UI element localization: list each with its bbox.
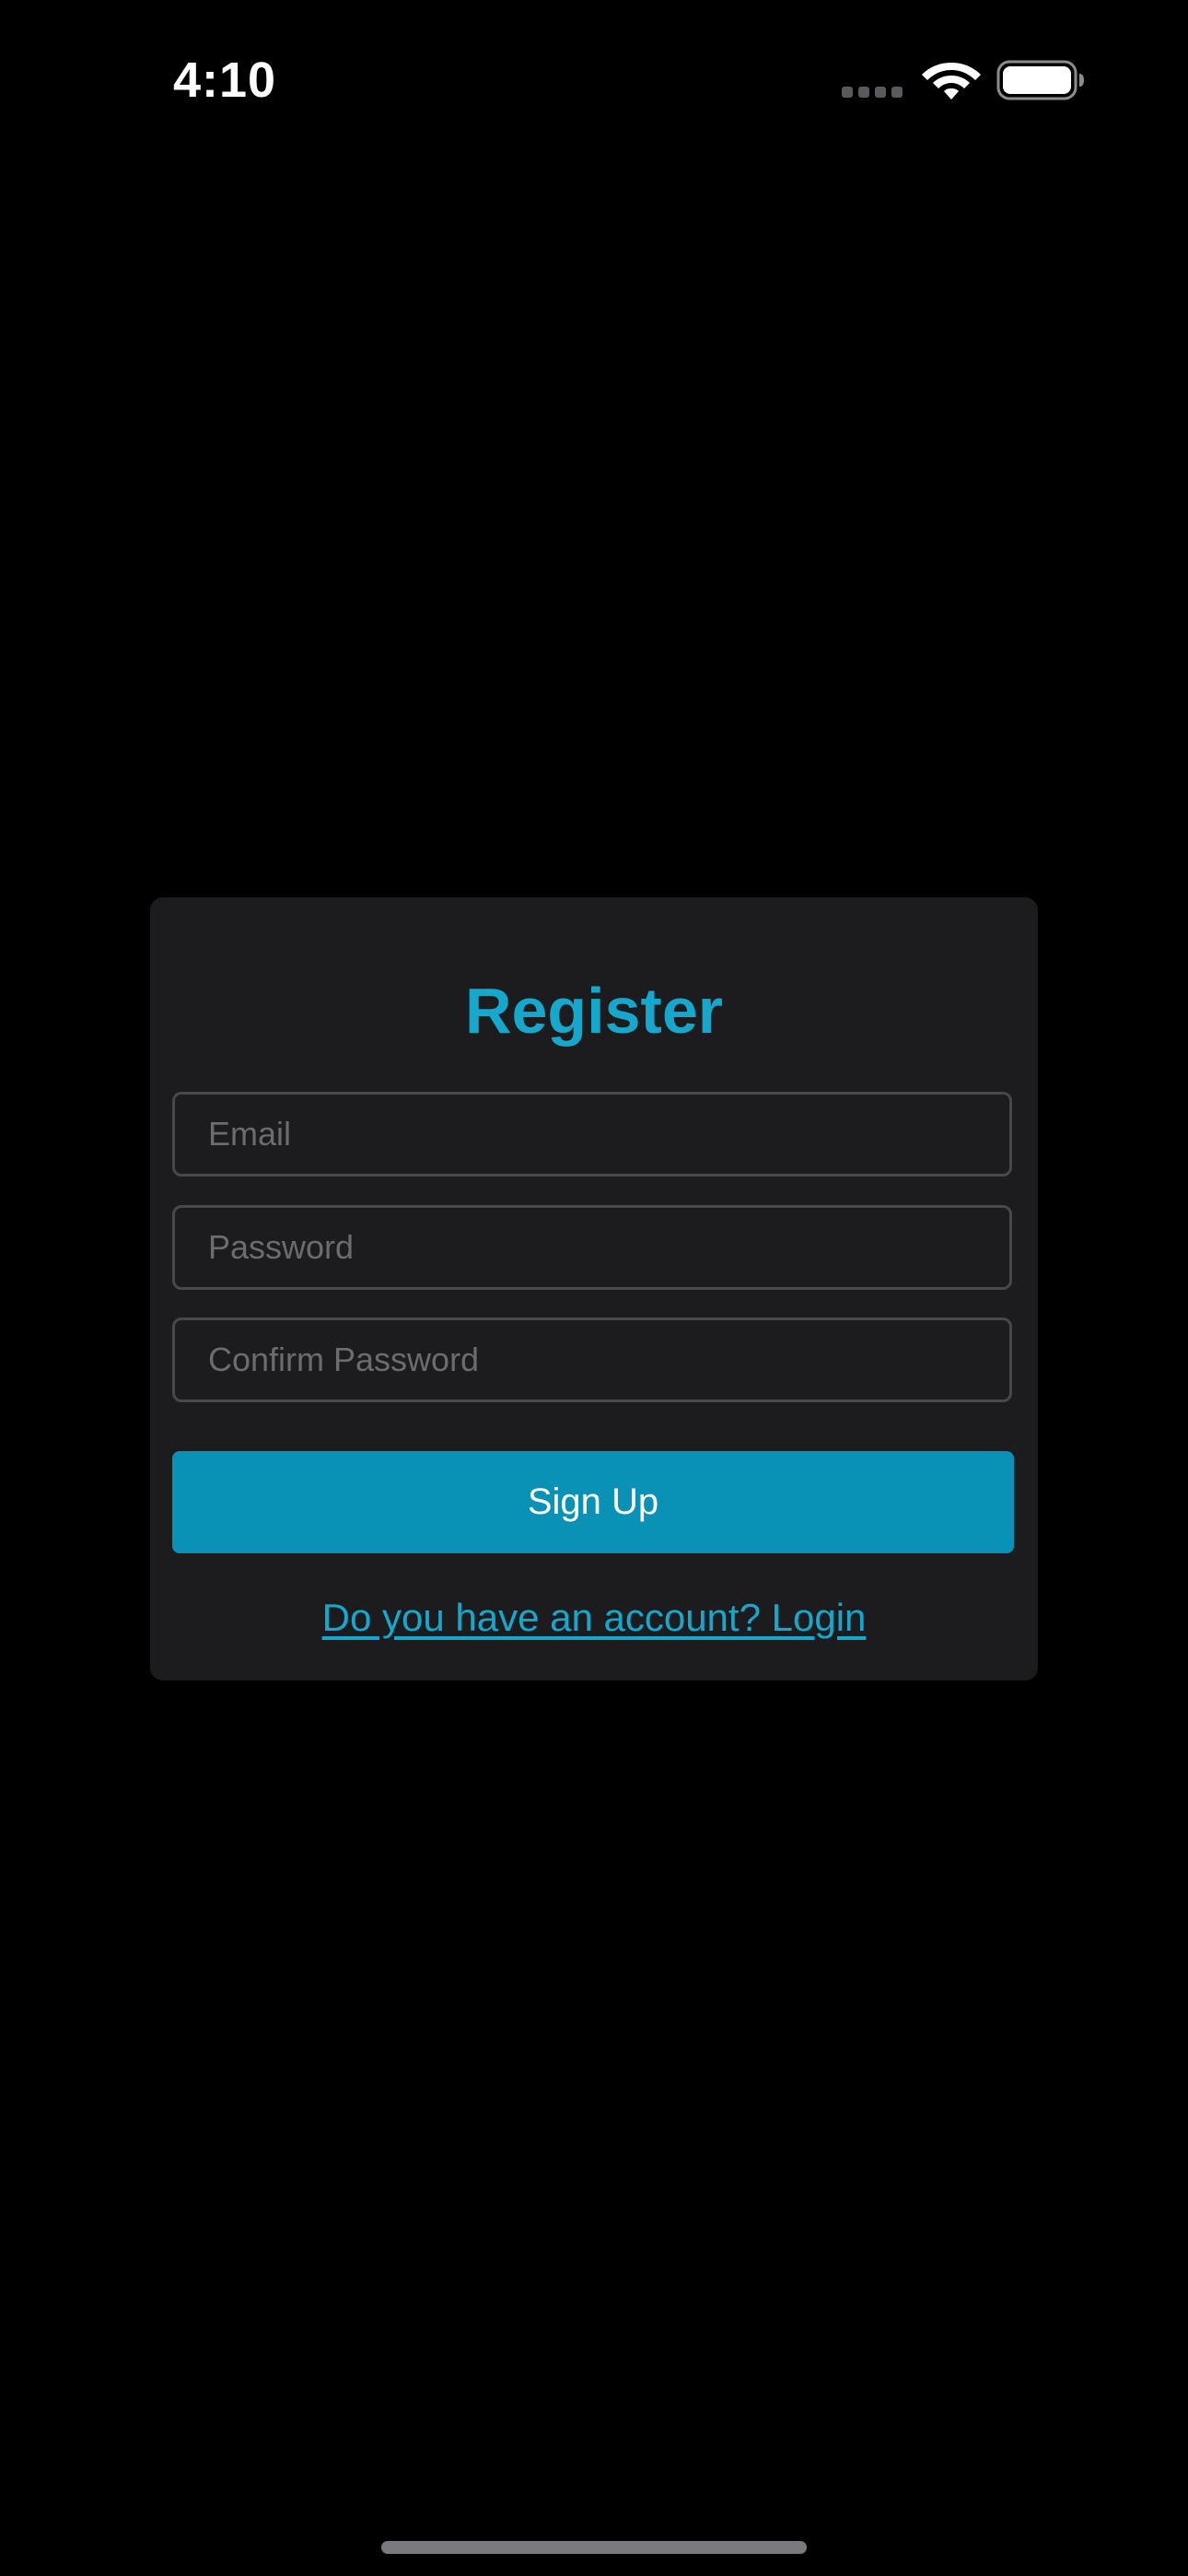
- password-input[interactable]: [175, 1208, 1009, 1287]
- sign-up-button[interactable]: Sign Up: [172, 1451, 1014, 1553]
- register-screen: 4:10 Register Sign Up Do you have an acc…: [0, 0, 1188, 2576]
- home-indicator[interactable]: [381, 2541, 807, 2554]
- confirm-password-field[interactable]: [172, 1317, 1012, 1402]
- wifi-icon: [922, 63, 981, 100]
- register-card: Register Sign Up Do you have an account?…: [150, 897, 1038, 1680]
- password-field[interactable]: [172, 1205, 1012, 1290]
- cellular-signal-icon: [842, 87, 904, 100]
- confirm-password-input[interactable]: [175, 1320, 1009, 1399]
- email-field[interactable]: [172, 1092, 1012, 1177]
- page-title: Register: [464, 975, 724, 1047]
- status-time: 4:10: [173, 53, 277, 108]
- email-input[interactable]: [175, 1095, 1009, 1174]
- login-link[interactable]: Do you have an account? Login: [150, 1590, 1038, 1645]
- battery-icon: [996, 60, 1084, 100]
